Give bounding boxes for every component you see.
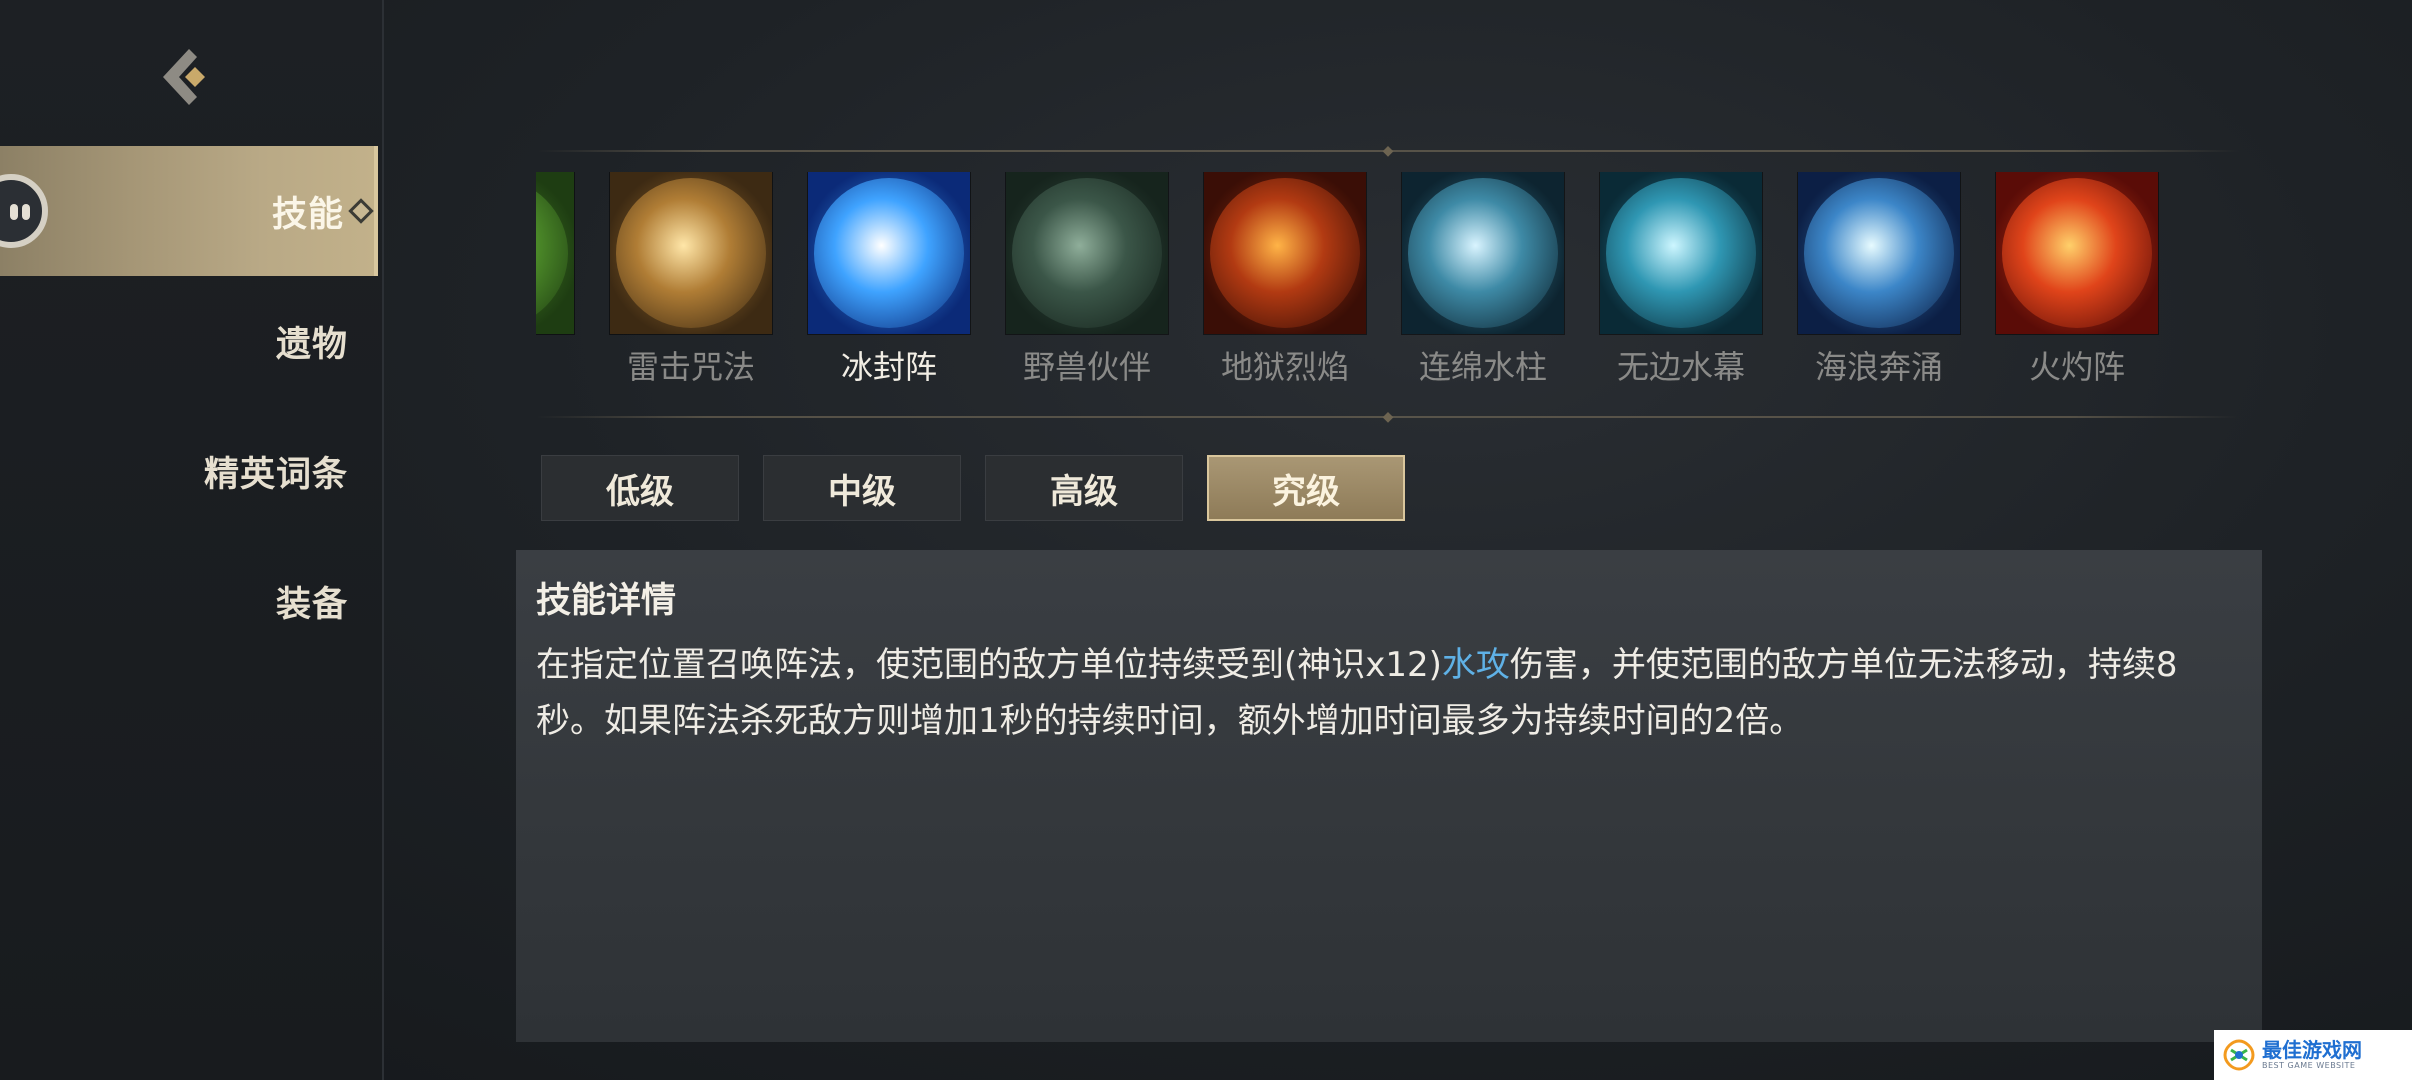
character-avatar-icon [0,174,48,248]
tier-tab-mid[interactable]: 中级 [763,455,961,521]
detail-title: 技能详情 [536,581,677,621]
skill-name: 海浪奔涌 [1814,348,1943,386]
skill-orb [1408,178,1558,328]
skill-card[interactable]: 雷击咒法 [610,172,772,402]
tier-tabs: 低级 中级 高级 究级 [541,455,1405,521]
skill-icon [808,172,970,334]
sidebar-item-skills[interactable]: 技能 [0,146,378,276]
skill-icon [1996,172,2158,334]
skill-carousel[interactable]: ◆ 生术雷击咒法冰封阵野兽伙伴地狱烈焰连绵水柱无边水幕海浪奔涌火灼阵 ◆ [536,144,2240,424]
skill-card[interactable]: 火灼阵 [1996,172,2158,402]
skill-icon [610,172,772,334]
active-marker-icon [348,198,374,224]
skill-card[interactable]: 连绵水柱 [1402,172,1564,402]
skill-card[interactable]: 冰封阵 [808,172,970,402]
skill-orb [1606,178,1756,328]
tier-tab-high[interactable]: 高级 [985,455,1183,521]
sidebar-item-label: 精英词条 [203,454,348,495]
skill-icon [1600,172,1762,334]
watermark-name: 最佳游戏网 [2262,1038,2362,1062]
skill-card[interactable]: 地狱烈焰 [1204,172,1366,402]
skill-name: 野兽伙伴 [1022,348,1151,386]
sidebar-item-equipment[interactable]: 装备 [0,536,378,666]
skill-orb [1804,178,1954,328]
skill-orb [536,178,568,328]
skill-orb [1210,178,1360,328]
watermark-logo-icon [2223,1039,2255,1071]
skill-card[interactable]: 生术 [536,172,574,402]
back-chevron-icon [163,49,205,105]
skill-orb [2002,178,2152,328]
back-button[interactable] [150,42,220,112]
skill-name: 连绵水柱 [1418,348,1547,386]
sidebar-item-relics[interactable]: 遗物 [0,276,378,406]
skill-card[interactable]: 无边水幕 [1600,172,1762,402]
skill-orb [616,178,766,328]
skill-name: 生术 [536,342,594,388]
detail-description: 在指定位置召唤阵法，使范围的敌方单位持续受到(神识x12)水攻伤害，并使范围的敌… [536,637,2242,749]
skill-name: 火灼阵 [2028,348,2125,386]
watermark: 最佳游戏网 BEST GAME WEBSITE [2214,1030,2412,1080]
skill-icon [536,172,574,334]
sidebar: 技能 遗物 精英词条 装备 [0,0,384,1080]
sidebar-item-label: 技能 [271,194,344,235]
skill-icon [1798,172,1960,334]
description-text: 在指定位置召唤阵法，使范围的敌方单位持续受到(神识x12) [536,645,1442,685]
damage-type-keyword: 水攻 [1441,645,1510,685]
skill-icon [1006,172,1168,334]
skill-card[interactable]: 野兽伙伴 [1006,172,1168,402]
skill-card[interactable]: 海浪奔涌 [1798,172,1960,402]
tier-tab-low[interactable]: 低级 [541,455,739,521]
sidebar-item-label: 遗物 [275,324,348,365]
sidebar-item-label: 装备 [275,584,348,625]
skill-detail-panel: 技能详情 在指定位置召唤阵法，使范围的敌方单位持续受到(神识x12)水攻伤害，并… [516,550,2262,1042]
skill-list: 生术雷击咒法冰封阵野兽伙伴地狱烈焰连绵水柱无边水幕海浪奔涌火灼阵 [536,172,2240,402]
tier-tab-ultimate[interactable]: 究级 [1207,455,1405,521]
skill-name: 冰封阵 [840,348,937,386]
sidebar-item-elite-affixes[interactable]: 精英词条 [0,406,378,536]
watermark-sub: BEST GAME WEBSITE [2262,1061,2356,1070]
skill-name: 地狱烈焰 [1220,348,1349,386]
ornament-icon: ◆ [1382,409,1394,425]
skill-name: 无边水幕 [1616,348,1745,386]
ornament-icon: ◆ [1382,143,1394,159]
skill-orb [1012,178,1162,328]
skill-icon [1204,172,1366,334]
skill-name: 雷击咒法 [626,348,755,386]
skill-orb [814,178,964,328]
skill-icon [1402,172,1564,334]
